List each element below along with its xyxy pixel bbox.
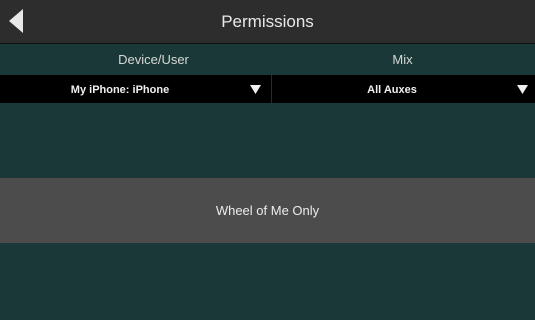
device-user-select[interactable]: My iPhone: iPhone [0,75,272,103]
back-arrow-icon [9,9,23,33]
device-user-column-header: Device/User [118,52,189,67]
title-bar: Permissions [0,0,535,44]
select-row: My iPhone: iPhone All Auxes [0,75,535,103]
device-user-select-value: My iPhone: iPhone [70,84,170,96]
mix-select[interactable]: All Auxes [272,75,535,103]
mix-select-value: All Auxes [367,84,417,96]
triangle-down-icon [517,85,528,94]
triangle-down-icon [250,85,261,94]
mix-column-header: Mix [392,52,413,67]
column-header-row: Device/User Mix [0,44,535,75]
wheel-of-me-only-row[interactable]: Wheel of Me Only [0,178,535,243]
wheel-of-me-only-label: Wheel of Me Only [215,203,320,218]
back-button[interactable] [0,0,40,43]
page-title: Permissions [221,12,314,31]
